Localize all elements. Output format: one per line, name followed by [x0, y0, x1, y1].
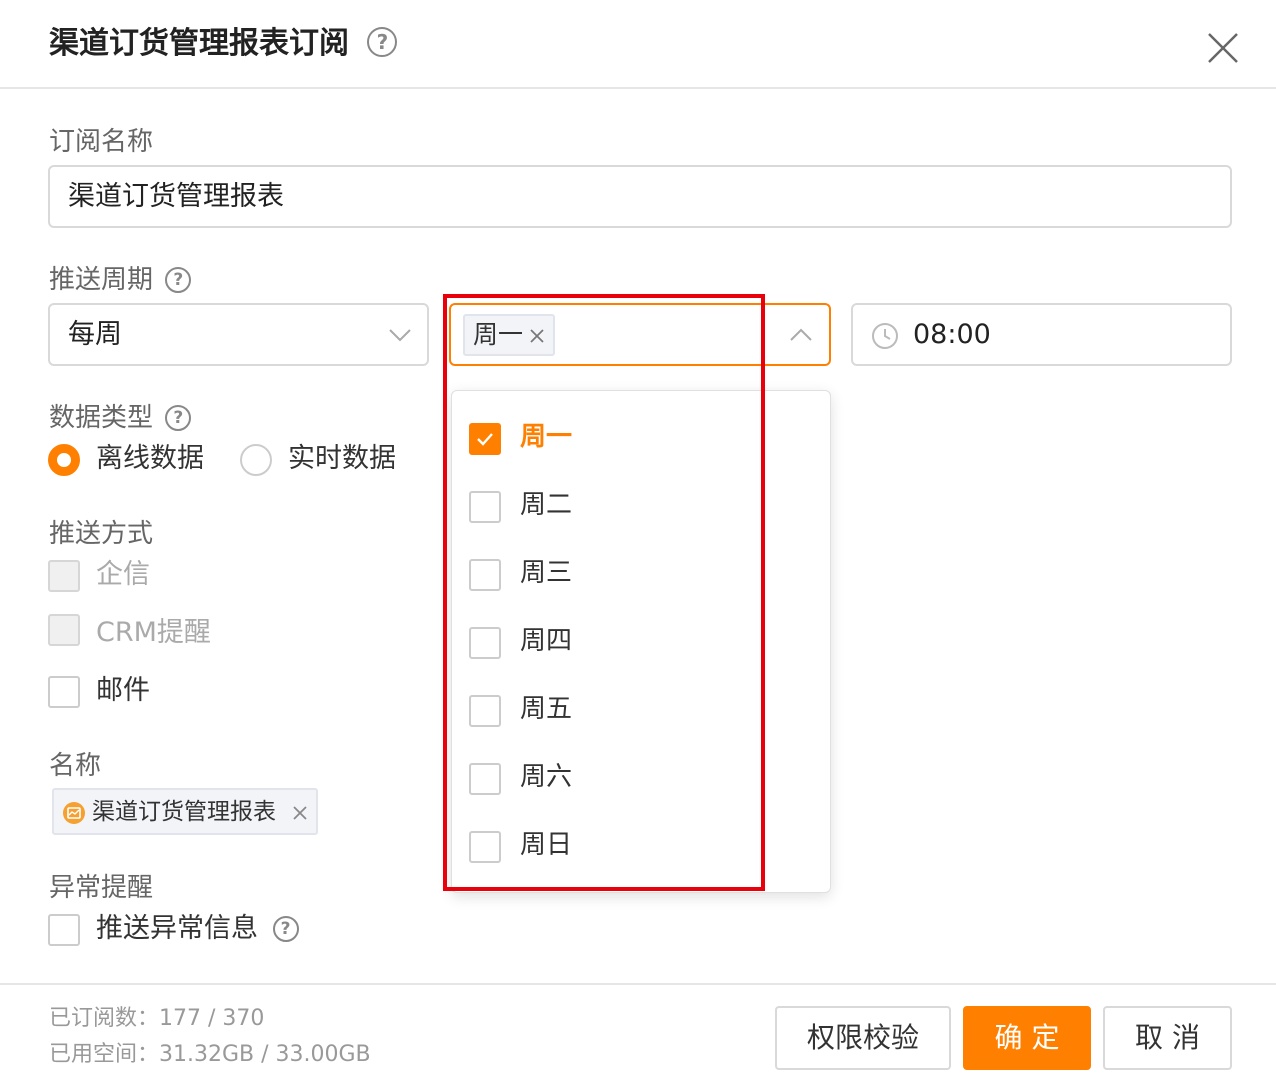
push-cycle-label: 推送周期 ? — [49, 262, 192, 298]
data-type-label: 数据类型 ? — [49, 400, 192, 436]
help-icon[interactable]: ? — [367, 27, 398, 57]
report-tag-remove-icon[interactable] — [292, 805, 308, 821]
dropdown-option-label: 周五 — [520, 694, 573, 724]
checkbox-email[interactable] — [48, 676, 80, 708]
dropdown-checkbox-tue[interactable] — [469, 491, 501, 523]
dropdown-option-sun[interactable]: 周日 — [452, 813, 830, 881]
dropdown-checkbox-sat[interactable] — [469, 763, 501, 795]
chevron-down-icon — [389, 329, 411, 342]
checkbox-qixin — [48, 560, 80, 592]
dropdown-option-label: 周四 — [520, 626, 573, 656]
dropdown-checkbox-sun[interactable] — [469, 831, 501, 863]
dropdown-checkbox-fri[interactable] — [469, 695, 501, 727]
weekday-tag: 周一 — [463, 314, 555, 356]
dropdown-option-label: 周六 — [520, 762, 573, 792]
weekday-multiselect[interactable]: 周一 — [449, 303, 831, 366]
time-picker[interactable]: 08:00 — [851, 303, 1232, 366]
dropdown-option-sat[interactable]: 周六 — [452, 745, 830, 813]
dropdown-option-label: 周一 — [520, 422, 573, 452]
name-label: 名称 — [49, 751, 102, 781]
dropdown-option-label: 周二 — [520, 490, 573, 520]
dropdown-option-mon[interactable]: 周一 — [452, 405, 830, 473]
dialog-header: 渠道订货管理报表订阅 ? — [0, 0, 1276, 89]
dropdown-checkbox-mon[interactable] — [469, 423, 501, 455]
check-icon — [477, 433, 493, 446]
push-method-label: 推送方式 — [49, 519, 154, 549]
radio-offline-data[interactable] — [48, 444, 80, 476]
checkbox-push-alert[interactable] — [48, 914, 80, 946]
report-icon — [63, 802, 85, 824]
dropdown-option-label: 周三 — [520, 558, 573, 588]
alert-label: 异常提醒 — [49, 873, 154, 903]
dropdown-option-tue[interactable]: 周二 — [452, 473, 830, 541]
dropdown-option-label: 周日 — [520, 830, 573, 860]
dropdown-option-fri[interactable]: 周五 — [452, 677, 830, 745]
cancel-button[interactable]: 取 消 — [1103, 1006, 1232, 1070]
radio-realtime-data[interactable] — [240, 444, 272, 476]
push-alert-help-icon[interactable]: ? — [272, 916, 299, 942]
data-type-label-text: 数据类型 — [49, 403, 154, 433]
footer-divider — [0, 983, 1276, 985]
weekday-tag-label: 周一 — [473, 320, 524, 349]
subscribed-count: 已订阅数：177 / 370 — [49, 1006, 265, 1031]
dialog-title-text: 渠道订货管理报表订阅 — [49, 26, 349, 61]
subscription-name-value: 渠道订货管理报表 — [68, 181, 284, 212]
checkbox-email-label[interactable]: 邮件 — [96, 673, 150, 709]
subscription-name-label: 订阅名称 — [49, 127, 154, 157]
checkbox-push-alert-label[interactable]: 推送异常信息 ? — [96, 911, 299, 947]
push-cycle-label-text: 推送周期 — [49, 265, 154, 295]
dropdown-checkbox-thu[interactable] — [469, 627, 501, 659]
verify-permissions-button[interactable]: 权限校验 — [775, 1006, 951, 1070]
dropdown-checkbox-wed[interactable] — [469, 559, 501, 591]
push-cycle-help-icon[interactable]: ? — [165, 267, 192, 293]
chevron-up-icon — [790, 328, 812, 341]
data-type-help-icon[interactable]: ? — [165, 405, 192, 431]
confirm-button[interactable]: 确 定 — [963, 1006, 1091, 1070]
push-alert-text: 推送异常信息 — [96, 913, 258, 944]
weekday-dropdown: 周一 周二 周三 周四 周五 周六 周日 — [451, 390, 831, 893]
clock-icon — [872, 323, 898, 349]
used-space: 已用空间：31.32GB / 33.00GB — [49, 1042, 371, 1067]
checkbox-crm-reminder-label: CRM提醒 — [96, 617, 211, 648]
push-cycle-value: 每周 — [68, 319, 122, 350]
close-icon[interactable] — [1205, 30, 1241, 66]
dialog-title: 渠道订货管理报表订阅 ? — [49, 22, 398, 66]
push-cycle-select[interactable]: 每周 — [48, 303, 429, 366]
dropdown-option-wed[interactable]: 周三 — [452, 541, 830, 609]
checkbox-qixin-label: 企信 — [96, 559, 150, 590]
time-value: 08:00 — [913, 319, 991, 350]
subscription-name-input[interactable]: 渠道订货管理报表 — [48, 165, 1232, 228]
radio-realtime-data-label[interactable]: 实时数据 — [288, 441, 396, 477]
checkbox-crm-reminder — [48, 614, 80, 646]
radio-offline-data-label[interactable]: 离线数据 — [96, 441, 204, 477]
report-tag: 渠道订货管理报表 — [52, 788, 318, 835]
dropdown-option-thu[interactable]: 周四 — [452, 609, 830, 677]
report-tag-label: 渠道订货管理报表 — [92, 799, 276, 825]
tag-remove-icon[interactable] — [529, 328, 545, 344]
